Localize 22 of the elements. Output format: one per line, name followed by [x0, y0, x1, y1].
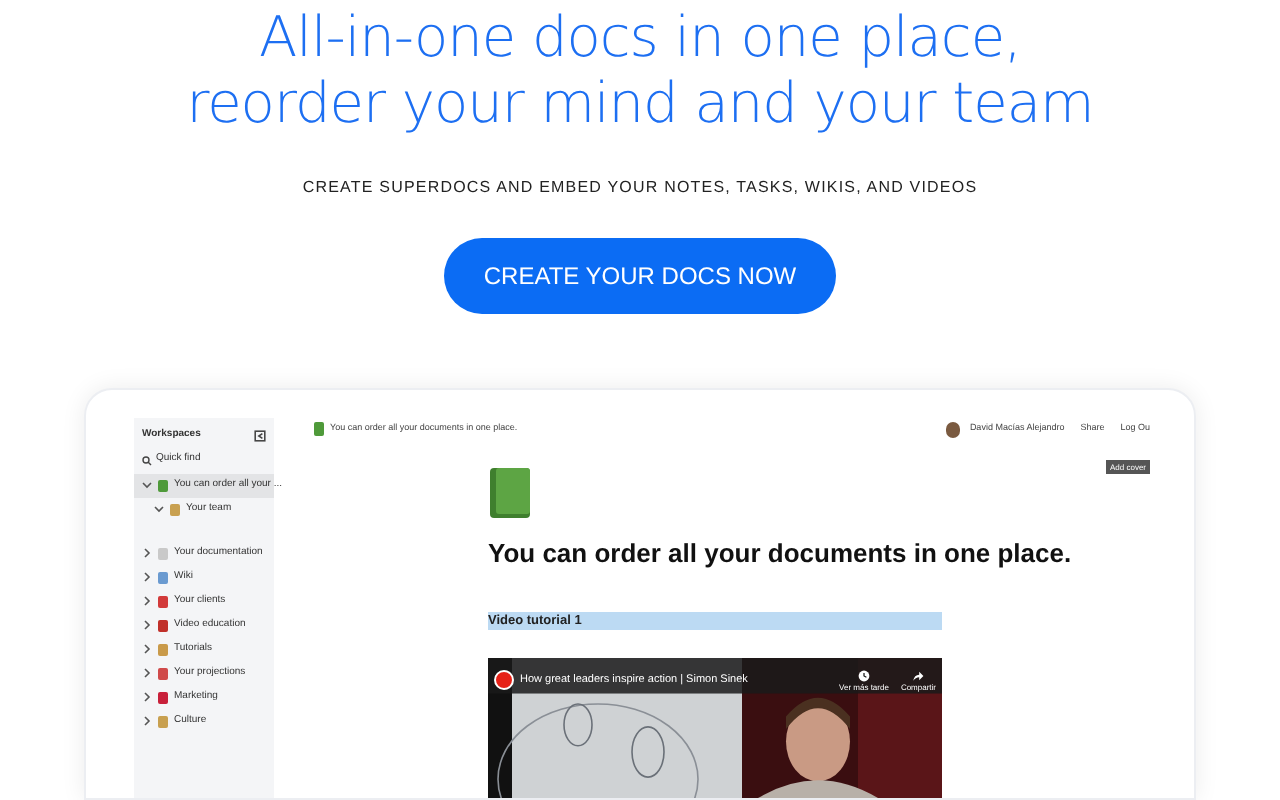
chevron-icon[interactable]: [154, 504, 164, 514]
clock-icon[interactable]: [857, 670, 870, 682]
chevron-icon[interactable]: [142, 572, 152, 582]
cta-button[interactable]: CREATE YOUR DOCS NOW: [444, 238, 836, 313]
subtitle: CREATE SUPERDOCS AND EMBED YOUR NOTES, TASKS, WIKIS, AND VIDEOS: [302, 176, 978, 200]
collapse-icon[interactable]: [254, 430, 266, 442]
chevron-icon[interactable]: [142, 644, 152, 654]
book-icon: [488, 465, 532, 519]
chevron-icon[interactable]: [142, 596, 152, 606]
document-title: You can order all your documents in one place.: [488, 535, 1074, 572]
chevron-icon[interactable]: [142, 480, 152, 490]
page-icon: [314, 422, 324, 436]
share-icon[interactable]: [912, 670, 925, 682]
headline: All-in-one docs in one place,: [259, 4, 1021, 70]
avatar: [945, 421, 960, 437]
chevron-icon[interactable]: [142, 548, 152, 558]
headline: reorder your mind and your team: [186, 70, 1094, 136]
chevron-icon[interactable]: [142, 620, 152, 630]
search-icon: [142, 455, 152, 465]
chevron-icon[interactable]: [142, 668, 152, 678]
chevron-icon[interactable]: [142, 692, 152, 702]
chevron-icon[interactable]: [142, 716, 152, 726]
